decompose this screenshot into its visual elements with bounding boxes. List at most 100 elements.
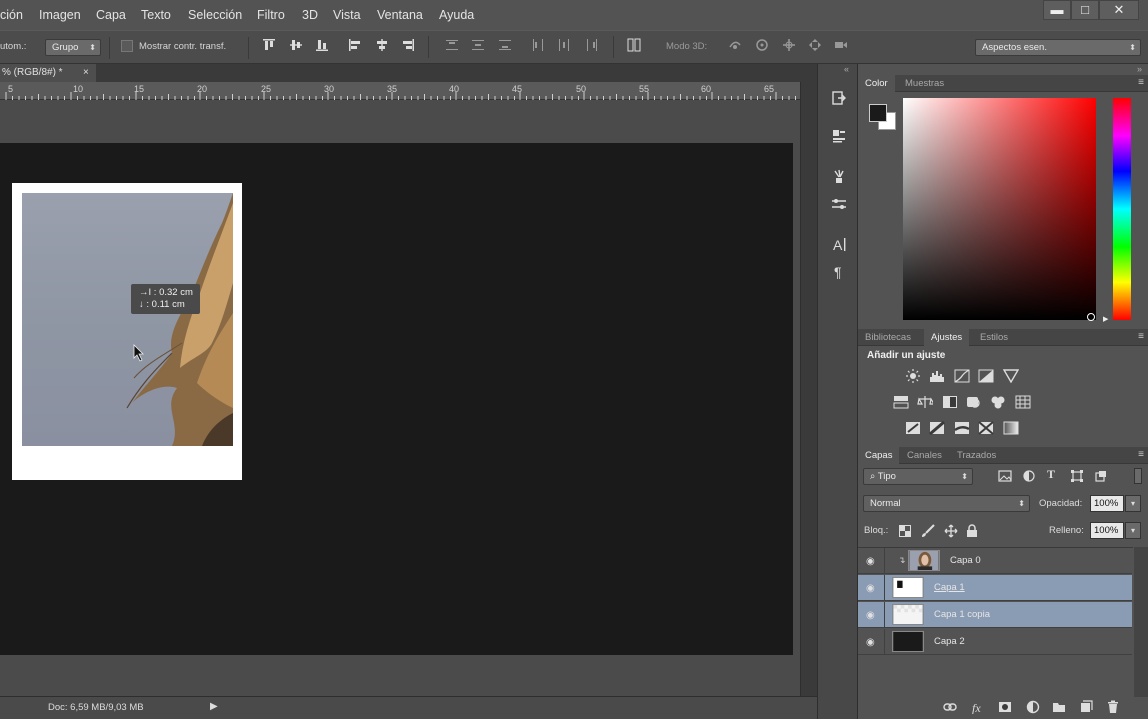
lock-position-icon[interactable] bbox=[944, 524, 958, 538]
selective-color-icon[interactable] bbox=[978, 421, 994, 435]
tab-styles[interactable]: Estilos bbox=[973, 329, 1015, 346]
opacity-input[interactable]: 100% bbox=[1090, 495, 1124, 512]
threshold-icon[interactable] bbox=[954, 421, 970, 435]
tab-swatches[interactable]: Muestras bbox=[898, 75, 951, 92]
hue-slider[interactable] bbox=[1113, 98, 1131, 320]
add-mask-icon[interactable] bbox=[998, 700, 1012, 714]
tab-channels[interactable]: Canales bbox=[900, 447, 949, 464]
scale-3d-icon[interactable] bbox=[834, 38, 848, 52]
tab-paths[interactable]: Trazados bbox=[950, 447, 1003, 464]
lock-all-icon[interactable] bbox=[966, 524, 978, 538]
minimize-button[interactable]: ▬ bbox=[1043, 0, 1071, 20]
close-button[interactable]: ✕ bbox=[1099, 0, 1139, 20]
roll-3d-icon[interactable] bbox=[755, 38, 769, 52]
filter-smart-object-icon[interactable] bbox=[1095, 470, 1107, 482]
exposure-icon[interactable] bbox=[978, 369, 994, 383]
color-balance-icon[interactable] bbox=[917, 395, 933, 409]
align-horizontal-center-icon[interactable] bbox=[375, 38, 389, 52]
opacity-dropdown-icon[interactable]: ▾ bbox=[1125, 495, 1141, 512]
black-white-icon[interactable] bbox=[942, 395, 958, 409]
lock-transparent-icon[interactable] bbox=[899, 525, 911, 537]
fill-input[interactable]: 100% bbox=[1090, 522, 1124, 539]
properties-icon[interactable] bbox=[831, 128, 847, 144]
invert-icon[interactable] bbox=[905, 421, 921, 435]
brightness-icon[interactable] bbox=[905, 369, 921, 383]
workspace-dropdown[interactable]: Aspectos esen. ⬍ bbox=[975, 39, 1141, 56]
history-icon[interactable] bbox=[831, 90, 847, 106]
align-top-icon[interactable] bbox=[262, 38, 276, 52]
panel-menu-icon[interactable]: ≡ bbox=[1138, 449, 1144, 460]
panel-menu-icon[interactable]: ≡ bbox=[1138, 331, 1144, 342]
align-left-icon[interactable] bbox=[348, 38, 362, 52]
horizontal-ruler[interactable]: 5 10 15 20 25 30 35 40 45 50 55 60 65 bbox=[0, 82, 800, 100]
curves-icon[interactable] bbox=[954, 369, 970, 383]
new-adjustment-layer-icon[interactable] bbox=[1026, 700, 1040, 714]
tab-color[interactable]: Color bbox=[858, 75, 895, 92]
filter-pixel-icon[interactable] bbox=[998, 470, 1012, 482]
layer-row-capa-1-copia[interactable]: ◉ Capa 1 copia bbox=[858, 602, 1132, 628]
layer-row-capa-2[interactable]: ◉ Capa 2 bbox=[858, 629, 1132, 655]
tab-layers[interactable]: Capas bbox=[858, 447, 900, 464]
layers-scrollbar[interactable] bbox=[1134, 547, 1148, 697]
visibility-eye-icon[interactable]: ◉ bbox=[866, 583, 875, 594]
tab-adjustments[interactable]: Ajustes bbox=[924, 329, 970, 346]
status-menu-arrow-icon[interactable]: ▶ bbox=[210, 701, 218, 712]
menu-imagen[interactable]: Imagen bbox=[39, 8, 81, 22]
link-layers-icon[interactable] bbox=[943, 700, 957, 714]
filter-shape-icon[interactable] bbox=[1071, 470, 1083, 482]
align-right-icon[interactable] bbox=[401, 38, 415, 52]
lock-pixels-icon[interactable] bbox=[921, 524, 935, 538]
tab-libraries[interactable]: Bibliotecas bbox=[858, 329, 918, 346]
menu-ventana[interactable]: Ventana bbox=[377, 8, 423, 22]
show-transform-checkbox[interactable] bbox=[121, 40, 133, 52]
menu-edicion[interactable]: ción bbox=[0, 8, 23, 22]
color-field[interactable] bbox=[903, 98, 1096, 320]
posterize-icon[interactable] bbox=[929, 421, 945, 435]
pan-3d-icon[interactable] bbox=[782, 38, 796, 52]
filter-adjustment-icon[interactable] bbox=[1023, 470, 1035, 482]
menu-3d[interactable]: 3D bbox=[302, 8, 318, 22]
layer-row-capa-1[interactable]: ◉ Capa 1 bbox=[858, 575, 1132, 601]
expand-panels-icon[interactable]: » bbox=[1137, 64, 1142, 74]
vibrance-icon[interactable] bbox=[1003, 369, 1019, 383]
channel-mixer-icon[interactable] bbox=[990, 395, 1006, 409]
filter-toggle-switch[interactable] bbox=[1134, 468, 1142, 484]
clone-source-icon[interactable] bbox=[831, 196, 847, 212]
distribute-right-icon[interactable] bbox=[585, 38, 599, 52]
panel-menu-icon[interactable]: ≡ bbox=[1138, 77, 1144, 88]
gradient-map-icon[interactable] bbox=[1003, 421, 1019, 435]
brush-preset-icon[interactable] bbox=[831, 169, 847, 185]
auto-select-dropdown[interactable]: Grupo ⬍ bbox=[45, 39, 101, 56]
levels-icon[interactable] bbox=[929, 369, 945, 383]
document-tab[interactable]: % (RGB/8#) * × bbox=[0, 64, 96, 82]
visibility-eye-icon[interactable]: ◉ bbox=[866, 637, 875, 648]
vertical-scrollbar[interactable] bbox=[800, 82, 817, 696]
layer-filter-dropdown[interactable]: ⌕ Tipo ⬍ bbox=[863, 468, 973, 485]
menu-filtro[interactable]: Filtro bbox=[257, 8, 285, 22]
hue-saturation-icon[interactable] bbox=[893, 395, 909, 409]
blend-mode-dropdown[interactable]: Normal ⬍ bbox=[863, 495, 1030, 512]
new-group-icon[interactable] bbox=[1052, 700, 1066, 714]
menu-ayuda[interactable]: Ayuda bbox=[439, 8, 474, 22]
visibility-eye-icon[interactable]: ◉ bbox=[866, 556, 875, 567]
menu-seleccion[interactable]: Selección bbox=[188, 8, 242, 22]
collapse-panels-icon[interactable]: « bbox=[844, 64, 849, 74]
color-lookup-icon[interactable] bbox=[1015, 395, 1031, 409]
color-picker-ring[interactable] bbox=[1087, 313, 1095, 321]
delete-layer-icon[interactable] bbox=[1106, 700, 1120, 714]
layer-style-icon[interactable]: fx bbox=[971, 700, 985, 714]
slide-3d-icon[interactable] bbox=[808, 38, 822, 52]
rotate-3d-icon[interactable] bbox=[728, 38, 742, 52]
foreground-color-swatch[interactable] bbox=[869, 104, 887, 122]
layer-row-capa-0[interactable]: ◉ ↴ Capa 0 bbox=[858, 548, 1132, 574]
filter-type-icon[interactable]: T bbox=[1047, 467, 1055, 482]
align-vertical-center-icon[interactable] bbox=[289, 38, 303, 52]
restore-button[interactable]: □ bbox=[1071, 0, 1099, 20]
distribute-top-icon[interactable] bbox=[445, 38, 459, 52]
menu-vista[interactable]: Vista bbox=[333, 8, 361, 22]
fill-dropdown-icon[interactable]: ▾ bbox=[1125, 522, 1141, 539]
menu-texto[interactable]: Texto bbox=[141, 8, 171, 22]
distribute-bottom-icon[interactable] bbox=[498, 38, 512, 52]
distribute-left-icon[interactable] bbox=[531, 38, 545, 52]
auto-align-layers-icon[interactable] bbox=[627, 38, 641, 52]
